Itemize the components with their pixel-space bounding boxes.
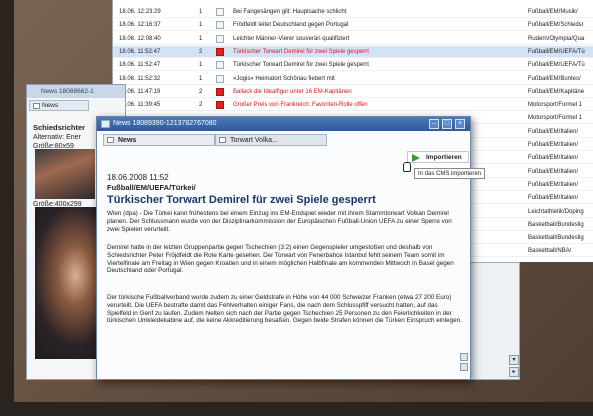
- row-title: Türkischer Torwart Demirel für zwei Spie…: [233, 48, 369, 55]
- row-title: Frödfeldt leitet Deutschland gegen Portu…: [233, 22, 349, 29]
- row-priority: 2: [199, 48, 203, 55]
- row-category: Fußball/EM/Schiedsr: [528, 22, 584, 29]
- article-paragraph: Der türkische Fußballverband wurde zudem…: [107, 294, 462, 325]
- arrow-right-icon: [412, 154, 420, 162]
- row-priority: 1: [199, 35, 203, 42]
- left-tab-news[interactable]: News: [29, 100, 89, 111]
- row-date: 18.06. 12:16:37: [119, 22, 161, 29]
- row-category: Basketball/Bundeslig: [528, 221, 584, 228]
- document-icon: [216, 34, 224, 43]
- row-date: 18.06. 11:52:47: [119, 62, 161, 69]
- left-tab-label: News: [42, 102, 59, 109]
- list-row[interactable]: 18.06. 12:08:40 1 Leichter Männer-Vierer s…: [113, 33, 593, 45]
- tab-photo[interactable]: Torwart Volka...: [215, 134, 327, 146]
- row-category: Fußball/EM/Italien/: [528, 155, 579, 162]
- row-category: Leichtathletik/Doping: [528, 208, 584, 215]
- tab-news-label: News: [118, 137, 137, 144]
- window-icon: [101, 120, 110, 128]
- row-category: Fußball/EM/UEFA/Tü: [528, 62, 585, 69]
- tab-photo-label: Torwart Volka...: [230, 137, 278, 144]
- row-title: Leichter Männer-Vierer souverän qualifiz…: [233, 35, 350, 42]
- list-row[interactable]: 18.06. 12:16:37 1 Frödfeldt leitet Deutsch…: [113, 19, 593, 32]
- row-priority: 1: [199, 22, 203, 29]
- row-title: Ballack die Idealfigur unter 16 EM-Kapit…: [233, 88, 352, 95]
- article-paragraph: Wien (dpa) - Die Türkei kann frühestens …: [107, 210, 452, 233]
- article-window-title-text: News 18089390-1213782767080: [113, 120, 217, 127]
- screen-frame-left: [0, 0, 14, 416]
- left-alt-text: Alternativ: Ener: [33, 134, 81, 141]
- row-category: Basketball/Bundeslig: [528, 235, 584, 242]
- row-date: 18.06. 11:52:47: [119, 48, 161, 55]
- row-category: Fußball/EM/Italien/: [528, 142, 579, 148]
- hand-cursor-icon: [403, 162, 411, 172]
- close-button[interactable]: ×: [455, 119, 465, 129]
- row-category: Fußball/EM/Italien/: [528, 181, 579, 188]
- thumbnail-photo[interactable]: [35, 149, 95, 199]
- row-category: Fußball/EM/Kapitäne: [528, 88, 585, 95]
- row-category: Fußball/EM/Italien/: [528, 128, 579, 135]
- row-priority: 1: [199, 75, 203, 82]
- row-category: Motorsport/Formel 1: [528, 115, 583, 122]
- scroll-down-button[interactable]: ▾: [509, 355, 519, 365]
- row-category: Rudern/Olympia/Qua: [528, 35, 585, 42]
- screen-frame-bottom: [0, 402, 593, 416]
- tab-news[interactable]: News: [103, 134, 215, 146]
- row-category: Basketball/NBA/: [528, 248, 572, 255]
- left-heading: Schiedsrichter: [33, 123, 86, 132]
- row-title: »Jogis« Heimatort Schönau fiebert mit: [233, 75, 335, 82]
- row-date: 18.06. 12:23:29: [119, 9, 161, 15]
- document-icon: [216, 61, 224, 70]
- row-category: Fußball/EM/UEFA/Tü: [528, 48, 585, 55]
- document-icon: [216, 47, 224, 56]
- row-priority: 1: [199, 62, 203, 69]
- article-paragraph: Demirel hatte in der letzten Gruppenpart…: [107, 244, 454, 275]
- list-row[interactable]: 18.06. 11:52:47 1 Türkischer Torwart Demir…: [113, 59, 593, 72]
- import-button[interactable]: Importieren: [407, 151, 469, 163]
- article-category: Fußball/EM/UEFA/Türkei/: [107, 183, 196, 192]
- list-row[interactable]: 18.06. 11:52:47 2 Türkischer Torwart Demir…: [113, 45, 593, 58]
- row-priority: 2: [199, 88, 203, 95]
- row-category: Fußball/EM/Italien/: [528, 168, 579, 175]
- document-icon: [33, 103, 40, 109]
- scroll-down-arrow[interactable]: [460, 363, 468, 371]
- row-title: Großer Preis von Frankreich: Favoriten-R…: [233, 102, 368, 109]
- row-category: Fußball/EM/Buntes/: [528, 75, 581, 82]
- row-date: 18.06. 12:08:40: [119, 35, 161, 42]
- document-icon: [216, 8, 224, 16]
- row-category: Fußball/EM/Musik/: [528, 9, 578, 15]
- document-icon: [216, 74, 224, 83]
- list-row[interactable]: 18.06. 11:52:32 1 »Jogis« Heimatort Schöna…: [113, 73, 593, 85]
- row-date: 18.06. 11:52:32: [119, 75, 161, 82]
- list-row[interactable]: 18.06. 11:47:19 2 Ballack die Idealfigur u…: [113, 86, 593, 98]
- left-window-title[interactable]: News 18088662-1: [27, 85, 125, 98]
- article-window-title[interactable]: News 18089390-1213782767080: [97, 117, 470, 131]
- row-priority: 1: [199, 9, 203, 15]
- document-icon: [216, 21, 224, 30]
- row-priority: 2: [199, 102, 203, 109]
- import-label: Importieren: [426, 154, 462, 161]
- article-headline: Türkischer Torwart Demirel für zwei Spie…: [107, 194, 376, 206]
- row-category: Motorsport/Formel 1: [528, 102, 583, 109]
- scroll-up-arrow[interactable]: [460, 353, 468, 361]
- article-window: News 18089390-1213782767080 – □ × News T…: [96, 116, 471, 380]
- maximize-button[interactable]: □: [442, 119, 452, 129]
- article-date: 18.06.2008 11:52: [107, 173, 169, 182]
- document-icon: [216, 87, 224, 96]
- row-category: Fußball/EM/Italien/: [528, 195, 579, 202]
- import-tooltip: In das CMS importieren: [414, 168, 486, 179]
- minimize-button[interactable]: –: [429, 119, 439, 129]
- list-row[interactable]: 18.06. 11:39:45 2 Großer Preis von Frankre…: [113, 99, 593, 112]
- row-title: Bei Fangesängen gilt: Hauptsache schlich…: [233, 9, 347, 15]
- row-title: Türkischer Torwart Demirel für zwei Spie…: [233, 62, 369, 69]
- document-icon: [216, 101, 224, 110]
- list-row[interactable]: 18.06. 12:23:29 1 Bei Fangesängen gilt: Ha…: [113, 6, 593, 18]
- document-icon: [107, 137, 114, 143]
- scroll-right-button[interactable]: ▸: [509, 367, 519, 377]
- image-icon: [219, 137, 226, 143]
- left-window-body: Schiedsrichter Alternativ: Ener Größe:80…: [27, 123, 85, 151]
